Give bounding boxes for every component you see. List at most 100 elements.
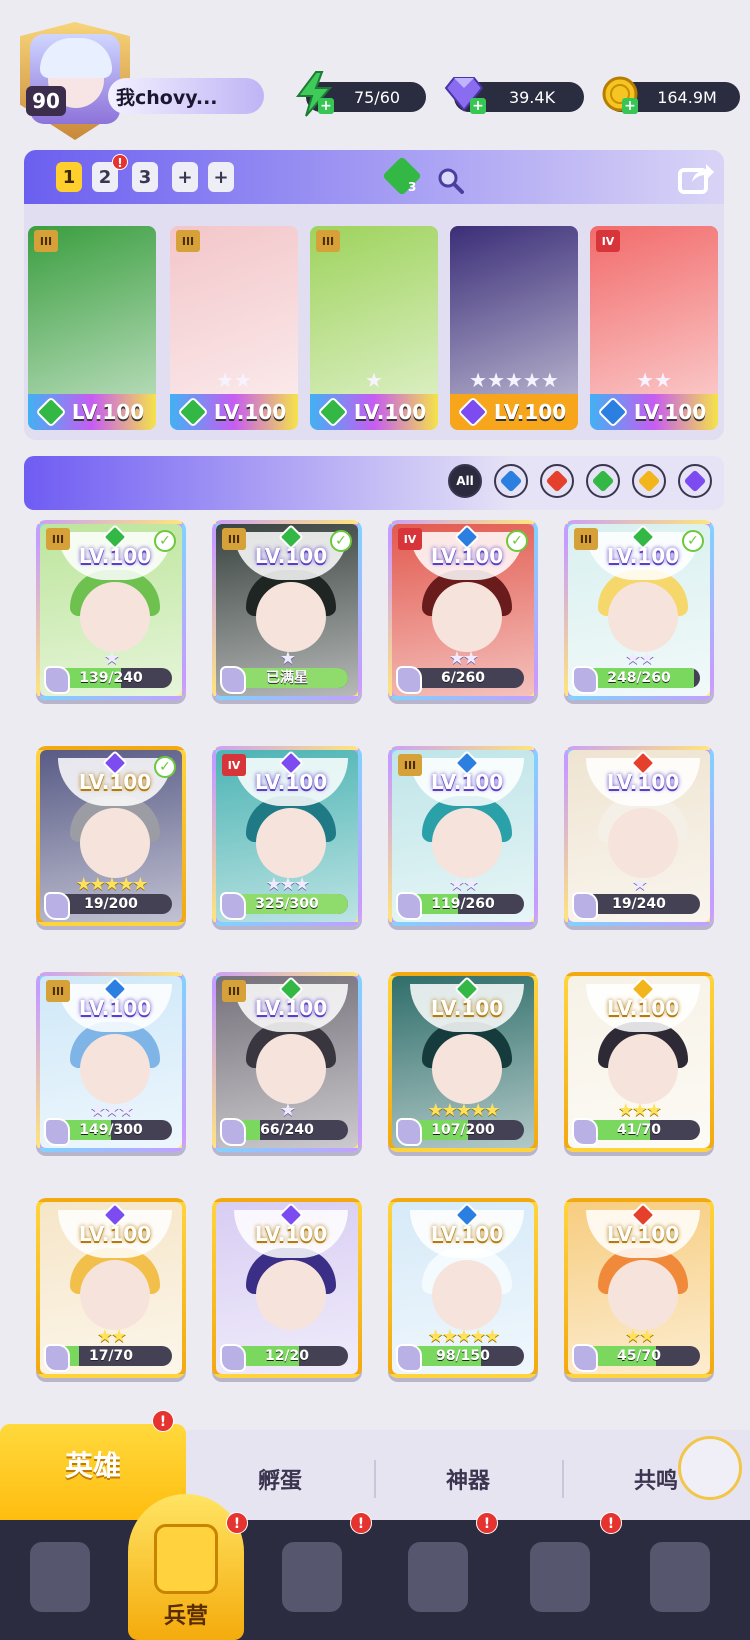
hero-card[interactable]: LV.100 III ★★ 119/260 xyxy=(388,746,538,926)
team-hero-card[interactable]: III ★★ LV.100 xyxy=(170,226,298,430)
team-hero-card[interactable]: IV ★★ LV.100 xyxy=(590,226,718,430)
hero-face xyxy=(80,582,150,652)
nav-barracks-badge: ! xyxy=(226,1512,248,1534)
add-gems-button[interactable]: + xyxy=(470,98,486,114)
hero-card[interactable]: LV.100 III ✓ ★ 139/240 xyxy=(36,520,186,700)
in-team-check-icon: ✓ xyxy=(506,530,528,552)
add-energy-button[interactable]: + xyxy=(318,98,334,114)
hero-card[interactable]: LV.100 III ✓ ★ 已满星 xyxy=(212,520,362,700)
team-hero-level-text: LV.100 xyxy=(71,400,145,424)
shard-icon xyxy=(220,1344,246,1372)
search-icon[interactable] xyxy=(436,166,464,194)
hero-face xyxy=(608,582,678,652)
team-hero-level: LV.100 xyxy=(310,394,438,430)
element-icon xyxy=(457,396,489,428)
team-hero-card[interactable]: III ★ LV.100 xyxy=(310,226,438,430)
player-name[interactable]: 我chovy... xyxy=(108,78,264,114)
hero-card[interactable]: LV.100 ✓ ★★★★★ 19/200 xyxy=(36,746,186,926)
team-element-count: 3 xyxy=(408,180,417,194)
hero-card[interactable]: LV.100 IV ✓ ★★ 6/260 xyxy=(388,520,538,700)
team-hero-level: LV.100 xyxy=(450,394,578,430)
hero-card[interactable]: LV.100 III ★ 66/240 xyxy=(212,972,362,1152)
hero-face xyxy=(432,1034,502,1104)
main-nav-bar xyxy=(0,1520,750,1640)
nav-guild-button[interactable] xyxy=(520,1536,600,1620)
energy-value: 75/60 xyxy=(353,87,401,107)
team-hero-level-text: LV.100 xyxy=(353,400,427,424)
compass-icon[interactable] xyxy=(678,1436,742,1500)
rank-badge: III xyxy=(222,980,246,1002)
rank-badge: IV xyxy=(222,754,246,776)
hero-face xyxy=(256,582,326,652)
hero-face xyxy=(256,808,326,878)
team-hero-level-text: LV.100 xyxy=(633,400,707,424)
hero-card[interactable]: LV.100 ★★★ 41/70 xyxy=(564,972,714,1152)
shard-icon xyxy=(220,666,246,694)
tab-artifacts[interactable]: 神器 xyxy=(374,1454,562,1504)
hero-card[interactable]: LV.100 ★★★★★ 98/150 xyxy=(388,1198,538,1378)
element-icon xyxy=(597,396,629,428)
hero-card[interactable]: LV.100 ★★ 17/70 xyxy=(36,1198,186,1378)
hero-card[interactable]: LV.100 ★ 19/240 xyxy=(564,746,714,926)
coins-value: 164.9M xyxy=(657,87,717,107)
team-tab-add-2[interactable]: + xyxy=(208,162,234,192)
hero-card[interactable]: LV.100 ★★★★★ 107/200 xyxy=(388,972,538,1152)
filter-water-button[interactable] xyxy=(494,464,528,498)
team-tab-2-badge: ! xyxy=(112,154,128,170)
hero-card[interactable]: LV.100 III ★★★ 149/300 xyxy=(36,972,186,1152)
tab-hatch[interactable]: 孵蛋 xyxy=(186,1454,374,1504)
hero-card[interactable]: LV.100 III ✓ ★★ 248/260 xyxy=(564,520,714,700)
filter-all-button[interactable]: All xyxy=(448,464,482,498)
nav-map-button[interactable] xyxy=(272,1536,352,1620)
rank-badge: III xyxy=(176,230,200,252)
in-team-check-icon: ✓ xyxy=(154,756,176,778)
add-coins-button[interactable]: + xyxy=(622,98,638,114)
hero-card[interactable]: LV.100 IV ★★★ 325/300 xyxy=(212,746,362,926)
filter-light-button[interactable] xyxy=(632,464,666,498)
hero-face xyxy=(256,1034,326,1104)
rank-badge: III xyxy=(46,528,70,550)
hero-card[interactable]: LV.100 ★★ 45/70 xyxy=(564,1198,714,1378)
rank-badge: III xyxy=(398,754,422,776)
filter-dark-button[interactable] xyxy=(678,464,712,498)
shard-icon xyxy=(396,666,422,694)
hero-face xyxy=(608,1034,678,1104)
dark-icon xyxy=(683,469,707,493)
team-tab-add-1[interactable]: + xyxy=(172,162,198,192)
team-tab-1[interactable]: 1 xyxy=(56,162,82,192)
hero-face xyxy=(256,1260,326,1330)
nav-castle-button[interactable] xyxy=(398,1536,478,1620)
water-icon xyxy=(499,469,523,493)
shard-icon xyxy=(396,892,422,920)
filter-nature-button[interactable] xyxy=(586,464,620,498)
tab-heroes-badge: ! xyxy=(152,1410,174,1432)
nav-castle-badge: ! xyxy=(476,1512,498,1534)
nav-map-badge: ! xyxy=(350,1512,372,1534)
hero-face xyxy=(608,1260,678,1330)
nav-banner-button[interactable] xyxy=(640,1536,720,1620)
map-icon xyxy=(282,1542,342,1612)
guild-icon xyxy=(530,1542,590,1612)
hero-face xyxy=(432,1260,502,1330)
element-icon xyxy=(317,396,349,428)
nav-cards-button[interactable] xyxy=(20,1536,100,1620)
filter-fire-button[interactable] xyxy=(540,464,574,498)
hero-card[interactable]: LV.100 12/20 xyxy=(212,1198,362,1378)
team-hero-level-text: LV.100 xyxy=(213,400,287,424)
rank-badge: III xyxy=(222,528,246,550)
team-hero-stars: ★★ xyxy=(636,368,672,392)
element-icon xyxy=(35,396,67,428)
team-hero-card[interactable]: ★★★★★ LV.100 xyxy=(450,226,578,430)
rank-badge: III xyxy=(574,528,598,550)
shard-icon xyxy=(220,1118,246,1146)
shard-icon xyxy=(220,892,246,920)
element-icon xyxy=(177,396,209,428)
top-bar: 90 我chovy... 75/60 + 39.4K + 164.9M + xyxy=(0,0,750,140)
team-tab-3[interactable]: 3 xyxy=(132,162,158,192)
shard-icon xyxy=(396,1344,422,1372)
team-hero-card[interactable]: III LV.100 xyxy=(28,226,156,430)
share-icon[interactable] xyxy=(676,160,716,196)
nav-barracks-button[interactable]: 兵营 xyxy=(128,1494,244,1640)
hero-face xyxy=(80,808,150,878)
in-team-check-icon: ✓ xyxy=(682,530,704,552)
